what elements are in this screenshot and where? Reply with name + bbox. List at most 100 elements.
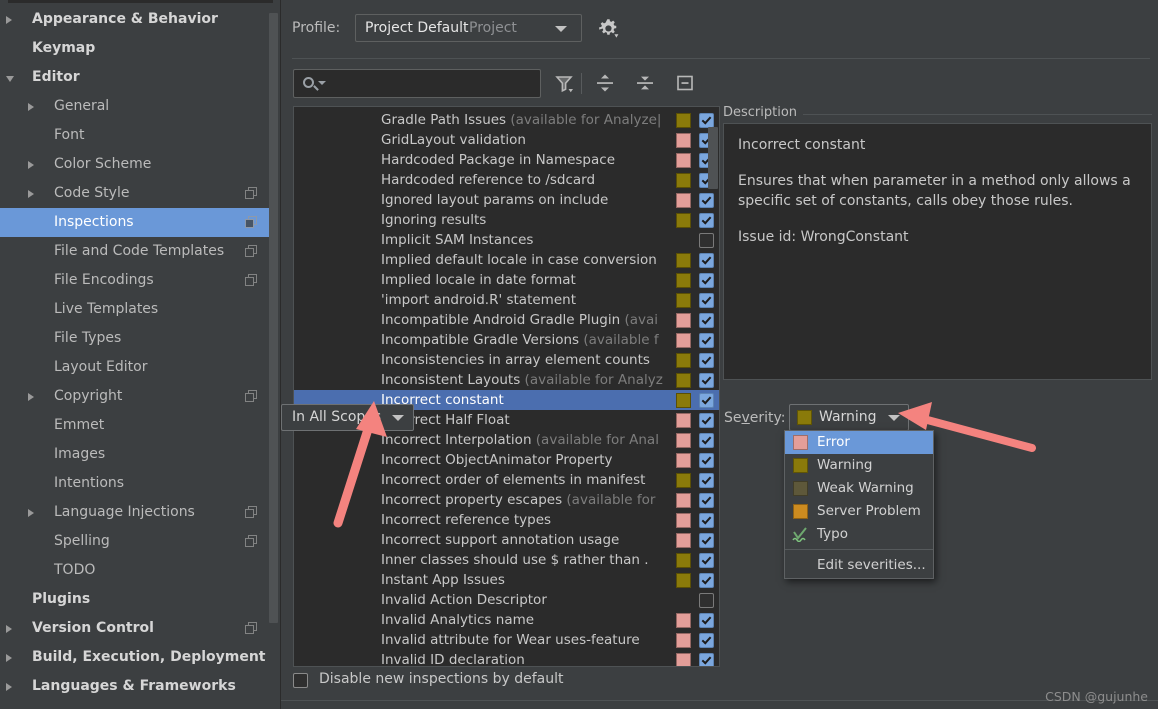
sidebar-scrollbar-track[interactable]	[269, 5, 279, 705]
severity-combobox[interactable]: Warning	[789, 404, 909, 431]
chevron-right-icon[interactable]	[6, 654, 12, 662]
severity-swatch-error[interactable]	[676, 633, 691, 648]
severity-menu-item-error[interactable]: Error	[785, 431, 933, 454]
inspection-enabled-checkbox[interactable]	[699, 373, 714, 388]
inspection-enabled-checkbox[interactable]	[699, 213, 714, 228]
copy-settings-icon[interactable]	[245, 535, 258, 548]
severity-swatch-error[interactable]	[676, 313, 691, 328]
severity-swatch-error[interactable]	[676, 493, 691, 508]
severity-swatch-warning[interactable]	[676, 253, 691, 268]
inspection-row[interactable]: Invalid Action Descriptor	[294, 590, 719, 610]
sidebar-scrollbar-thumb[interactable]	[269, 13, 278, 623]
inspection-row[interactable]: Incorrect order of elements in manifest	[294, 470, 719, 490]
severity-swatch-error[interactable]	[676, 133, 691, 148]
severity-menu-items[interactable]: Error Warning Weak Warning Server Problem Ty…	[785, 431, 933, 546]
severity-swatch-warning[interactable]	[676, 373, 691, 388]
severity-swatch-warning[interactable]	[676, 173, 691, 188]
inspection-row[interactable]: 'import android.R' statement	[294, 290, 719, 310]
inspection-enabled-checkbox[interactable]	[699, 593, 714, 608]
filter-funnel-icon[interactable]	[553, 72, 575, 94]
sidebar-item-intentions[interactable]: Intentions	[0, 469, 272, 498]
collapse-all-icon[interactable]	[634, 72, 656, 94]
inspection-enabled-checkbox[interactable]	[699, 553, 714, 568]
sidebar-item-version-control[interactable]: Version Control	[0, 614, 272, 643]
inspection-enabled-checkbox[interactable]	[699, 333, 714, 348]
inspection-enabled-checkbox[interactable]	[699, 113, 714, 128]
settings-tree[interactable]: Appearance & Behavior Keymap Editor General…	[0, 5, 272, 701]
inspection-enabled-checkbox[interactable]	[699, 233, 714, 248]
inspection-row[interactable]: Inconsistent Layouts (available for Anal…	[294, 370, 719, 390]
inspection-row[interactable]: Hardcoded reference to /sdcard	[294, 170, 719, 190]
sidebar-item-color-scheme[interactable]: Color Scheme	[0, 150, 272, 179]
inspection-row[interactable]: Invalid attribute for Wear uses-feature	[294, 630, 719, 650]
inspection-row[interactable]: Incorrect reference types	[294, 510, 719, 530]
severity-menu-item-server-problem[interactable]: Server Problem	[785, 500, 933, 523]
severity-menu-item-weak-warning[interactable]: Weak Warning	[785, 477, 933, 500]
inspection-enabled-checkbox[interactable]	[699, 573, 714, 588]
sidebar-item-file-and-code-templates[interactable]: File and Code Templates	[0, 237, 272, 266]
edit-severities-menu-item[interactable]: Edit severities...	[785, 553, 933, 578]
inspection-enabled-checkbox[interactable]	[699, 453, 714, 468]
inspection-enabled-checkbox[interactable]	[699, 613, 714, 628]
chevron-right-icon[interactable]	[28, 190, 34, 198]
severity-swatch-error[interactable]	[676, 153, 691, 168]
expand-all-icon[interactable]	[594, 72, 616, 94]
sidebar-item-copyright[interactable]: Copyright	[0, 382, 272, 411]
inspection-row[interactable]: Incorrect ObjectAnimator Property	[294, 450, 719, 470]
inspection-row[interactable]: Implied locale in date format	[294, 270, 719, 290]
copy-settings-icon[interactable]	[245, 390, 258, 403]
severity-swatch-error[interactable]	[676, 653, 691, 666]
chevron-right-icon[interactable]	[28, 509, 34, 517]
severity-swatch-error[interactable]	[676, 613, 691, 628]
inspection-enabled-checkbox[interactable]	[699, 253, 714, 268]
sidebar-item-inspections[interactable]: Inspections	[0, 208, 272, 237]
inspection-row[interactable]: Inconsistencies in array element counts	[294, 350, 719, 370]
inspection-enabled-checkbox[interactable]	[699, 653, 714, 666]
inspection-row[interactable]: Incorrect Interpolation (available for A…	[294, 430, 719, 450]
inspection-enabled-checkbox[interactable]	[699, 393, 714, 408]
profile-combobox[interactable]: Project Default Project	[355, 14, 582, 42]
severity-swatch-warning[interactable]	[676, 293, 691, 308]
severity-swatch-warning[interactable]	[676, 553, 691, 568]
minus-box-icon[interactable]	[674, 72, 696, 94]
sidebar-item-code-style[interactable]: Code Style	[0, 179, 272, 208]
severity-swatch-warning[interactable]	[676, 473, 691, 488]
severity-swatch-warning[interactable]	[676, 573, 691, 588]
inspection-row[interactable]: GridLayout validation	[294, 130, 719, 150]
sidebar-item-file-encodings[interactable]: File Encodings	[0, 266, 272, 295]
inspection-enabled-checkbox[interactable]	[699, 413, 714, 428]
copy-settings-icon[interactable]	[245, 245, 258, 258]
sidebar-item-layout-editor[interactable]: Layout Editor	[0, 353, 272, 382]
copy-settings-icon[interactable]	[245, 506, 258, 519]
inspection-enabled-checkbox[interactable]	[699, 433, 714, 448]
sidebar-item-appearance-behavior[interactable]: Appearance & Behavior	[0, 5, 272, 34]
gear-icon[interactable]	[596, 16, 620, 40]
inspection-enabled-checkbox[interactable]	[699, 533, 714, 548]
severity-swatch-warning[interactable]	[676, 273, 691, 288]
copy-settings-icon[interactable]	[245, 274, 258, 287]
inspection-row[interactable]: Ignoring results	[294, 210, 719, 230]
inspection-enabled-checkbox[interactable]	[699, 353, 714, 368]
sidebar-item-spelling[interactable]: Spelling	[0, 527, 272, 556]
inspection-enabled-checkbox[interactable]	[699, 493, 714, 508]
chevron-right-icon[interactable]	[28, 393, 34, 401]
inspection-row[interactable]: Incompatible Android Gradle Plugin (avai	[294, 310, 719, 330]
copy-settings-icon[interactable]	[245, 187, 258, 200]
inspection-row[interactable]: Hardcoded Package in Namespace	[294, 150, 719, 170]
inspection-row[interactable]: Instant App Issues	[294, 570, 719, 590]
severity-swatch-error[interactable]	[676, 413, 691, 428]
search-options-chevron-icon[interactable]	[318, 81, 326, 85]
severity-swatch-error[interactable]	[676, 193, 691, 208]
severity-swatch-warning[interactable]	[676, 113, 691, 128]
inspection-row[interactable]: Incorrect property escapes (available fo…	[294, 490, 719, 510]
severity-swatch-error[interactable]	[676, 533, 691, 548]
inspection-row[interactable]: Gradle Path Issues (available for Analyz…	[294, 110, 719, 130]
inspection-enabled-checkbox[interactable]	[699, 513, 714, 528]
inspection-row[interactable]: Implied default locale in case conversio…	[294, 250, 719, 270]
chevron-right-icon[interactable]	[6, 16, 12, 24]
sidebar-item-editor[interactable]: Editor	[0, 63, 272, 92]
inspection-row[interactable]: Incorrect support annotation usage	[294, 530, 719, 550]
severity-menu-item-warning[interactable]: Warning	[785, 454, 933, 477]
inspections-rows[interactable]: Gradle Path Issues (available for Analyz…	[294, 107, 719, 666]
sidebar-item-general[interactable]: General	[0, 92, 272, 121]
